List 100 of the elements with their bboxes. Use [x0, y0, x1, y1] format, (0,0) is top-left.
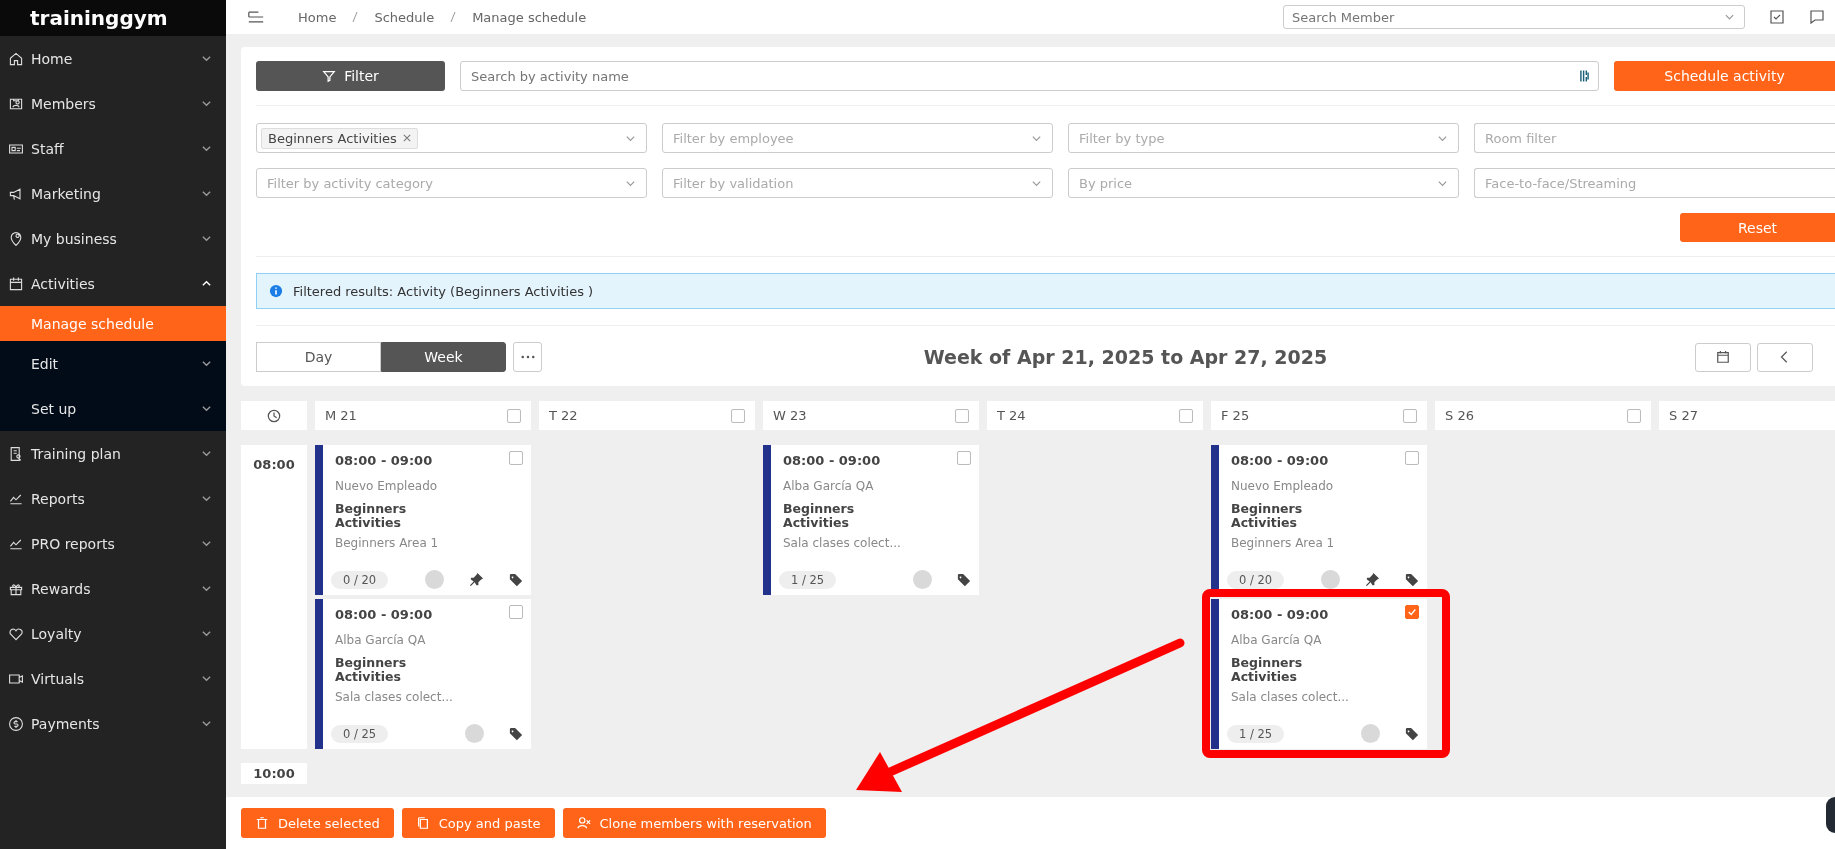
person-icon — [576, 816, 591, 830]
sidebar-item[interactable]: Activities — [0, 261, 226, 306]
day-label: F 25 — [1221, 408, 1251, 423]
sidebar-item[interactable]: Rewards — [0, 566, 226, 611]
day-checkbox[interactable] — [731, 408, 745, 423]
more-button[interactable] — [513, 342, 542, 372]
tag-icon — [957, 572, 971, 587]
activity-name: Beginners Activities — [1231, 656, 1304, 685]
info-icon — [269, 284, 283, 298]
activity-checkbox[interactable] — [1405, 605, 1419, 619]
message-icon[interactable] — [1809, 9, 1825, 25]
breadcrumb-current: Manage schedule — [472, 9, 587, 25]
day-checkbox[interactable] — [955, 408, 969, 423]
calendar-button[interactable] — [1695, 342, 1751, 372]
activity-checkbox[interactable] — [509, 451, 523, 465]
sidebar-item[interactable]: Virtuals — [0, 656, 226, 701]
capacity-badge: 1 / 25 — [1227, 724, 1285, 743]
chevron-icon — [201, 98, 212, 109]
activity-time: 08:00 - 09:00 — [1231, 453, 1329, 468]
sidebar-item[interactable]: Marketing — [0, 171, 226, 216]
day-label: T 24 — [997, 408, 1027, 423]
activity-card[interactable]: 08:00 - 09:00 Alba García QA Beginners Activities Sala clases colect... 0 / 25 — [315, 599, 531, 749]
activity-checkbox[interactable] — [1405, 451, 1419, 465]
menu-item-icon — [8, 625, 24, 642]
avatar-icon — [1321, 570, 1340, 589]
chevron-icon — [201, 233, 212, 244]
close-icon[interactable] — [402, 134, 411, 142]
chevron-icon — [201, 188, 212, 199]
activity-card[interactable]: 08:00 - 09:00 Alba García QA Beginners Activities Sala clases colect... 1 / 25 — [1211, 599, 1427, 749]
tag-select-field[interactable]: Beginners Activities — [256, 123, 647, 153]
sidebar-item[interactable]: Reports — [0, 476, 226, 521]
menu-item-icon — [8, 715, 24, 732]
sidebar-item[interactable]: My business — [0, 216, 226, 261]
tag-icon — [509, 726, 523, 741]
sidebar-item[interactable]: Payments — [0, 701, 226, 746]
brand-logo: traininggym — [30, 6, 168, 30]
member-search-field[interactable]: Search Member — [1283, 5, 1745, 29]
activity-name: Beginners Activities — [1231, 502, 1304, 531]
chevron-icon — [201, 628, 212, 639]
chevron-icon — [201, 448, 212, 459]
checklist-icon[interactable] — [1769, 9, 1785, 25]
activity-time: 08:00 - 09:00 — [1231, 607, 1329, 622]
activity-card[interactable]: 08:00 - 09:00 Nuevo Empleado Beginners Activities Beginners Area 1 0 / 20 — [315, 445, 531, 595]
filter-button[interactable]: Filter — [256, 61, 445, 91]
more-icon — [520, 355, 535, 359]
trash-icon — [255, 816, 269, 830]
day-checkbox[interactable] — [1403, 408, 1417, 423]
day-checkbox[interactable] — [507, 408, 521, 423]
chevron-icon — [201, 718, 212, 729]
breadcrumb-link[interactable]: Home — [298, 9, 337, 25]
activity-card[interactable]: 08:00 - 09:00 Alba García QA Beginners Activities Sala clases colect... 1 / 25 — [763, 445, 979, 595]
previous-button[interactable] — [1757, 342, 1813, 372]
room-name: Sala clases colect... — [335, 689, 453, 704]
activity-checkbox[interactable] — [957, 451, 971, 465]
breadcrumb-separator-icon — [450, 11, 457, 23]
chevron-icon — [201, 143, 212, 154]
copy-icon — [415, 816, 430, 830]
room-name: Sala clases colect... — [783, 535, 901, 550]
clock-icon — [267, 408, 281, 423]
employee-name: Nuevo Empleado — [1231, 479, 1334, 493]
menu-item-icon — [8, 445, 24, 462]
tag-icon — [1405, 572, 1419, 587]
time-slot: 08:00 — [241, 445, 307, 749]
day-checkbox[interactable] — [1179, 408, 1193, 423]
avatar-icon — [1361, 724, 1380, 743]
chat-button[interactable] — [1826, 797, 1835, 833]
menu-icon[interactable] — [248, 11, 264, 23]
activity-checkbox[interactable] — [509, 605, 523, 619]
employee-name: Alba García QA — [335, 633, 426, 647]
submenu-item[interactable]: Edit — [0, 341, 226, 386]
menu-item-icon — [8, 275, 24, 292]
day-label: S 27 — [1669, 408, 1699, 423]
day-label: T 22 — [549, 408, 579, 423]
search-field[interactable]: Search by activity name — [460, 61, 1599, 91]
day-label: M 21 — [325, 408, 358, 423]
submenu-item[interactable]: Set up — [0, 386, 226, 431]
employee-name: Nuevo Empleado — [335, 479, 438, 493]
day-label: W 23 — [773, 408, 808, 423]
sidebar-item[interactable]: Home — [0, 36, 226, 81]
chevron-icon — [201, 358, 212, 369]
capacity-badge: 1 / 25 — [779, 570, 837, 589]
room-name: Beginners Area 1 — [1231, 535, 1335, 550]
sidebar-item[interactable]: Loyalty — [0, 611, 226, 656]
time-slot: 10:00 — [241, 763, 307, 784]
activity-time: 08:00 - 09:00 — [335, 453, 433, 468]
sidebar-item[interactable]: Training plan — [0, 431, 226, 476]
week-title: Week of Apr 21, 2025 to Apr 27, 2025 — [922, 346, 1329, 368]
breadcrumb-link[interactable]: Schedule — [374, 9, 435, 25]
room-name: Beginners Area 1 — [335, 535, 439, 550]
checkmark-icon — [1407, 607, 1417, 617]
sidebar-item[interactable]: PRO reports — [0, 521, 226, 566]
room-name: Sala clases colect... — [1231, 689, 1349, 704]
sidebar-item[interactable]: Staff — [0, 126, 226, 171]
barcode-icon[interactable] — [1580, 69, 1589, 83]
day-checkbox[interactable] — [1627, 408, 1641, 423]
view-tab[interactable]: Week — [381, 342, 506, 372]
chevron-icon — [201, 583, 212, 594]
view-tab[interactable]: Day — [256, 342, 381, 372]
sidebar-item[interactable]: Members — [0, 81, 226, 126]
capacity-badge: 0 / 25 — [331, 724, 389, 743]
